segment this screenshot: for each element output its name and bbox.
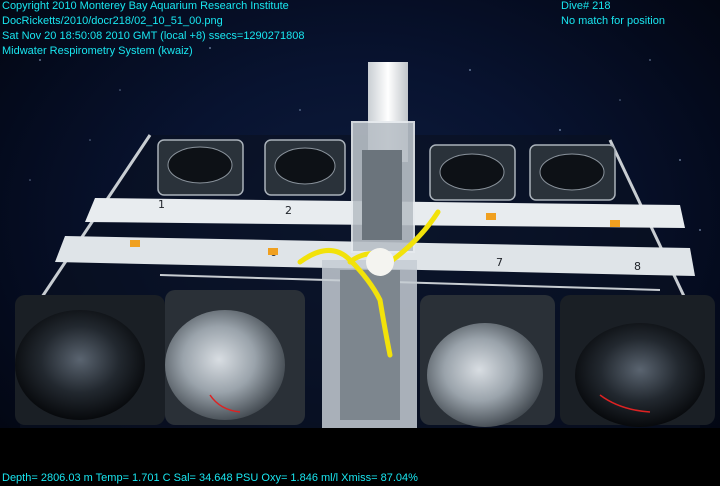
- underwater-scene: 1 2 6 7 8: [0, 0, 720, 486]
- dive-number: Dive# 218: [561, 0, 611, 12]
- rope-knot: [366, 248, 394, 276]
- position-status: No match for position: [561, 15, 665, 27]
- sensor-readout: Depth= 2806.03 m Temp= 1.701 C Sal= 34.6…: [2, 472, 418, 484]
- frame-label: 8: [634, 260, 641, 273]
- system-name-line: Midwater Respirometry System (kwaiz): [2, 45, 193, 57]
- overlay-top-right: Dive# 218 No match for position: [561, 0, 665, 29]
- overlay-top-left: Copyright 2010 Monterey Bay Aquarium Res…: [2, 0, 305, 59]
- file-path-line: DocRicketts/2010/docr218/02_10_51_00.png: [2, 15, 223, 27]
- copyright-line: Copyright 2010 Monterey Bay Aquarium Res…: [2, 0, 289, 12]
- timestamp-line: Sat Nov 20 18:50:08 2010 GMT (local +8) …: [2, 30, 305, 42]
- frame-label: 7: [496, 256, 503, 269]
- frame-label: 1: [158, 198, 165, 211]
- frame-label: 2: [285, 204, 292, 217]
